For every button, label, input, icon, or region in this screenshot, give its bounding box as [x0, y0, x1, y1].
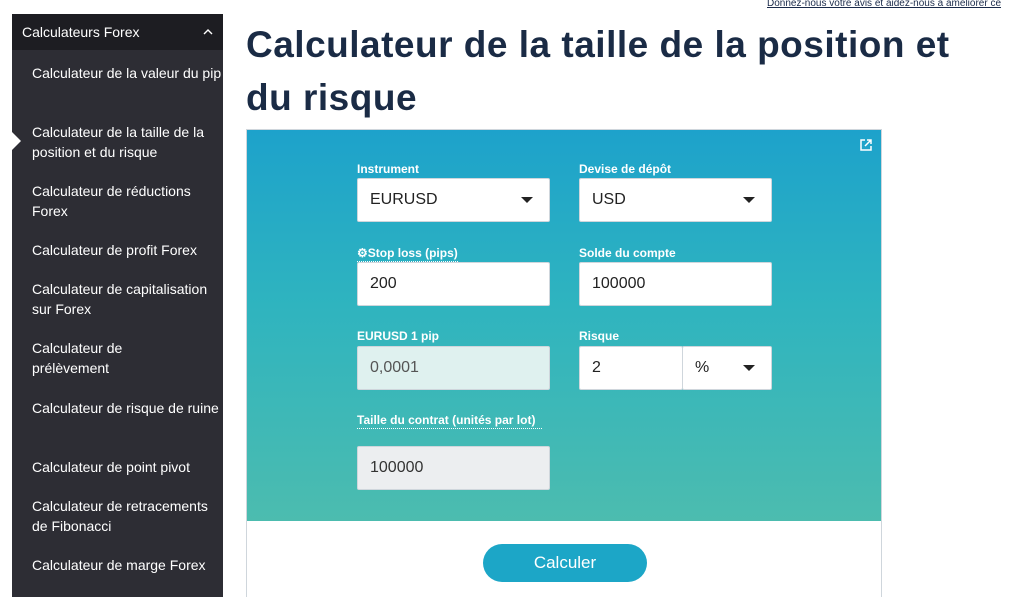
sidebar-item-profit[interactable]: Calculateur de profit Forex: [12, 240, 223, 260]
contract-size-field: 100000: [357, 446, 550, 490]
sidebar-item-label: Calculateur de risque de ruine: [32, 400, 219, 416]
sidebar-header-label: Calculateurs Forex: [22, 24, 140, 40]
sidebar-item-label: Calculateur de prélèvement: [32, 340, 123, 376]
deposit-currency-value: USD: [592, 191, 626, 208]
sidebar-item-label: Calculateur de retracements de Fibonacci: [32, 498, 208, 534]
sidebar-item-pivot-point[interactable]: Calculateur de point pivot: [12, 457, 223, 477]
caret-down-icon: [743, 365, 755, 371]
sidebar: Calculateurs Forex Calculateur de la val…: [12, 14, 223, 597]
account-balance-label: Solde du compte: [579, 246, 676, 260]
risk-value: 2: [592, 359, 601, 376]
sidebar-item-label: Calculateur de marge Forex: [32, 557, 206, 573]
instrument-label: Instrument: [357, 162, 420, 176]
caret-down-icon: [521, 197, 533, 203]
risk-unit-value: %: [695, 359, 710, 376]
stop-loss-label[interactable]: ⚙Stop loss (pips): [357, 246, 458, 262]
calculator-panel: Instrument EURUSD Devise de dépôt USD ⚙S…: [246, 129, 882, 597]
sidebar-item-label: Calculateur de réductions Forex: [32, 183, 191, 219]
risk-unit-select[interactable]: %: [682, 346, 772, 390]
deposit-currency-select[interactable]: USD: [579, 178, 772, 222]
feedback-link[interactable]: Donnez-nous votre avis et aidez-nous à a…: [767, 0, 1024, 9]
caret-down-icon: [743, 197, 755, 203]
sidebar-item-fibonacci[interactable]: Calculateur de retracements de Fibonacci: [12, 496, 223, 536]
sidebar-item-position-size[interactable]: Calculateur de la taille de la position …: [12, 122, 223, 162]
instrument-value: EURUSD: [370, 191, 438, 208]
external-link-icon[interactable]: [859, 138, 873, 152]
pip-value: 0,0001: [370, 359, 419, 376]
stop-loss-input[interactable]: 200: [357, 262, 550, 306]
pip-value-label: EURUSD 1 pip: [357, 329, 440, 343]
account-balance-input[interactable]: 100000: [579, 262, 772, 306]
calculator-form: Instrument EURUSD Devise de dépôt USD ⚙S…: [247, 130, 881, 521]
sidebar-item-label: Calculateur de capitalisation sur Forex: [32, 281, 208, 317]
pip-value-field: 0,0001: [357, 346, 550, 390]
account-balance-value: 100000: [592, 275, 646, 292]
contract-size-label[interactable]: Taille du contrat (unités par lot): [357, 413, 542, 429]
sidebar-item-risk-of-ruin[interactable]: Calculateur de risque de ruine: [12, 398, 223, 418]
sidebar-item-label: Calculateur de point pivot: [32, 459, 190, 475]
risk-input[interactable]: 2: [579, 346, 683, 390]
calculate-button[interactable]: Calculer: [483, 544, 647, 582]
instrument-select[interactable]: EURUSD: [357, 178, 550, 222]
sidebar-header[interactable]: Calculateurs Forex: [12, 14, 223, 50]
sidebar-item-label: Calculateur de la valeur du pip: [32, 65, 222, 81]
sidebar-item-rebates[interactable]: Calculateur de réductions Forex: [12, 181, 223, 221]
page-title: Calculateur de la taille de la position …: [246, 24, 950, 118]
sidebar-item-margin[interactable]: Calculateur de marge Forex: [12, 555, 223, 575]
sidebar-item-pip-value[interactable]: Calculateur de la valeur du pip: [12, 63, 223, 83]
chevron-up-icon[interactable]: [203, 27, 213, 37]
stop-loss-value: 200: [370, 275, 397, 292]
deposit-currency-label: Devise de dépôt: [579, 162, 672, 176]
sidebar-item-label: Calculateur de profit Forex: [32, 242, 197, 258]
risk-label: Risque: [579, 329, 620, 343]
sidebar-item-drawdown[interactable]: Calculateur de prélèvement: [12, 338, 192, 378]
sidebar-item-label: Calculateur de la taille de la position …: [32, 124, 204, 160]
contract-size-value: 100000: [370, 459, 424, 476]
active-item-marker: [12, 132, 21, 150]
sidebar-item-compounding[interactable]: Calculateur de capitalisation sur Forex: [12, 279, 223, 319]
